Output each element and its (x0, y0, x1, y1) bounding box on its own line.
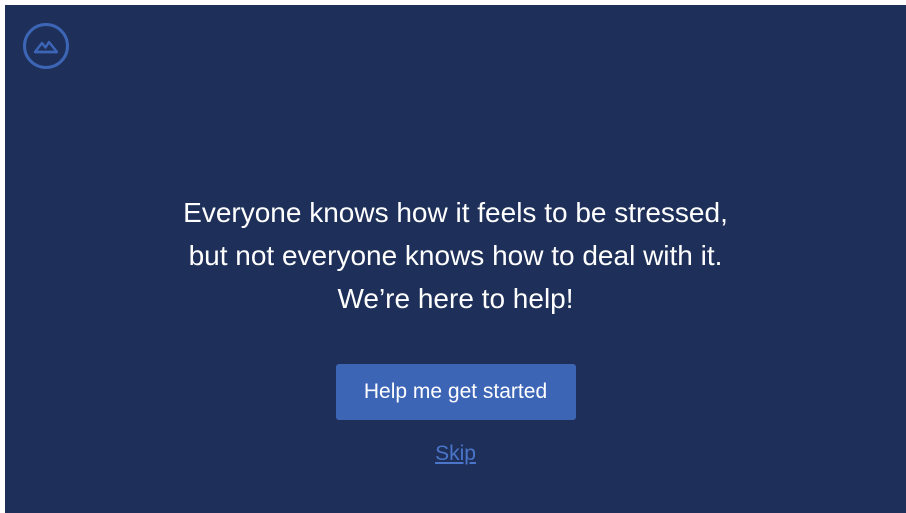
skip-link[interactable]: Skip (5, 442, 906, 466)
welcome-content: Everyone knows how it feels to be stress… (5, 191, 906, 466)
message-line-2: but not everyone knows how to deal with … (188, 240, 723, 271)
get-started-button[interactable]: Help me get started (335, 364, 576, 420)
onboarding-screen: Everyone knows how it feels to be stress… (5, 5, 906, 513)
message-line-1: Everyone knows how it feels to be stress… (183, 197, 728, 228)
welcome-message: Everyone knows how it feels to be stress… (5, 191, 906, 320)
mountain-circle-icon (22, 22, 70, 70)
message-line-3: We’re here to help! (337, 283, 574, 314)
